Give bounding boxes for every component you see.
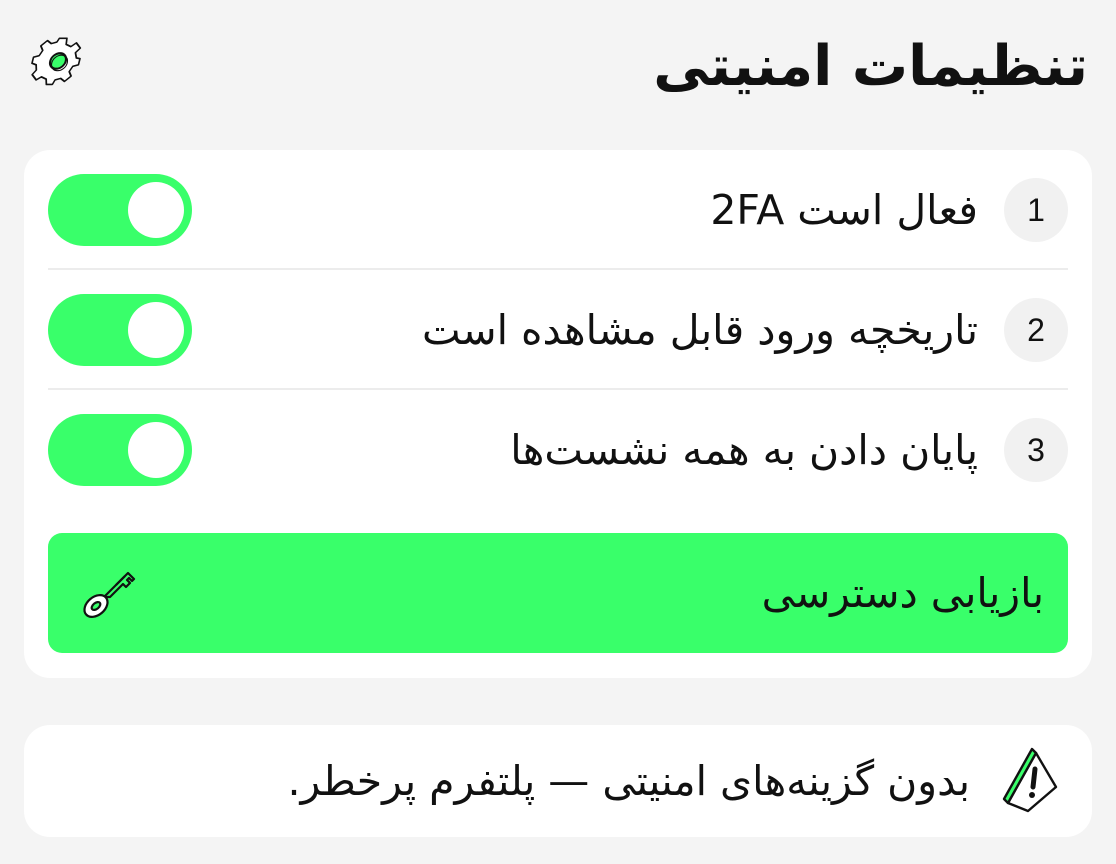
warning-icon	[998, 745, 1062, 817]
toggle-end-sessions[interactable]	[48, 414, 192, 486]
gear-icon[interactable]	[26, 28, 92, 94]
warning-banner: بدون گزینه‌های امنیتی — پلتفرم پرخطر.	[24, 725, 1092, 837]
warning-text: بدون گزینه‌های امنیتی — پلتفرم پرخطر.	[287, 757, 970, 805]
toggle-2fa[interactable]	[48, 174, 192, 246]
toggle-knob	[128, 302, 184, 358]
setting-label: فعال است 2FA	[710, 186, 978, 234]
setting-number: 3	[1004, 418, 1068, 482]
setting-label: پایان دادن به همه نشست‌ها	[510, 426, 978, 474]
settings-card: 1 فعال است 2FA 2 تاریخچه ورود قابل مشاهد…	[24, 150, 1092, 678]
toggle-login-history[interactable]	[48, 294, 192, 366]
header: تنظیمات امنیتی	[24, 22, 1092, 112]
recover-access-button[interactable]: بازیابی دسترسی	[48, 533, 1068, 653]
recover-access-label: بازیابی دسترسی	[761, 569, 1044, 617]
toggle-knob	[128, 422, 184, 478]
setting-row-2fa: 1 فعال است 2FA	[48, 150, 1068, 270]
setting-row-login-history: 2 تاریخچه ورود قابل مشاهده است	[48, 270, 1068, 390]
security-settings-screen: تنظیمات امنیتی 1 فعال است 2FA 2 تاریخچه …	[0, 0, 1116, 864]
setting-row-end-sessions: 3 پایان دادن به همه نشست‌ها	[48, 390, 1068, 510]
setting-number: 1	[1004, 178, 1068, 242]
setting-number: 2	[1004, 298, 1068, 362]
page-title: تنظیمات امنیتی	[653, 34, 1089, 99]
setting-label: تاریخچه ورود قابل مشاهده است	[421, 306, 978, 354]
key-icon	[76, 561, 140, 625]
toggle-knob	[128, 182, 184, 238]
